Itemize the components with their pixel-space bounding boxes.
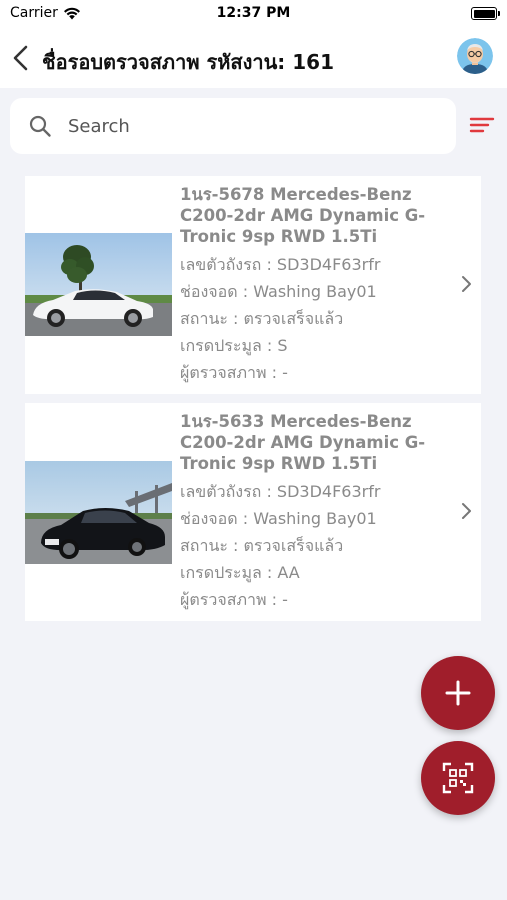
add-button[interactable] <box>421 656 495 730</box>
nav-bar: ชื่อรอบตรวจสภาพ รหัสงาน: 161 <box>0 28 507 88</box>
vehicle-name: 1นร-5633 Mercedes-Benz C200-2dr AMG Dyna… <box>180 412 426 473</box>
vehicle-card[interactable]: 1นร-5633 Mercedes-Benz C200-2dr AMG Dyna… <box>25 403 481 621</box>
vehicle-vin: เลขตัวถังรถ : SD3D4F63rfr <box>180 482 381 501</box>
filter-lines-icon <box>469 117 495 133</box>
vehicle-photo <box>25 233 172 336</box>
vehicle-info: 1นร-5633 Mercedes-Benz C200-2dr AMG Dyna… <box>180 411 440 613</box>
user-avatar-icon <box>457 38 493 74</box>
qr-scan-button[interactable] <box>421 741 495 815</box>
search-icon <box>29 115 51 137</box>
qr-scan-icon <box>442 762 474 794</box>
status-bar: Carrier 12:37 PM <box>0 0 507 28</box>
vehicle-inspector: ผู้ตรวจสภาพ : - <box>180 363 288 382</box>
vehicle-status: สถานะ : ตรวจเสร็จแล้ว <box>180 309 344 328</box>
vehicle-info: 1นร-5678 Mercedes-Benz C200-2dr AMG Dyna… <box>180 184 440 386</box>
vehicle-grade: เกรดประมูล : AA <box>180 563 300 582</box>
chevron-left-icon <box>13 45 28 71</box>
chevron-right-icon <box>462 503 471 519</box>
vehicle-bay: ช่องจอด : Washing Bay01 <box>180 509 377 528</box>
vehicle-grade: เกรดประมูล : S <box>180 336 288 355</box>
plus-icon <box>445 680 471 706</box>
vehicle-card[interactable]: 1นร-5678 Mercedes-Benz C200-2dr AMG Dyna… <box>25 176 481 394</box>
vehicle-name: 1นร-5678 Mercedes-Benz C200-2dr AMG Dyna… <box>180 185 426 246</box>
battery-icon <box>471 7 500 20</box>
vehicle-inspector: ผู้ตรวจสภาพ : - <box>180 590 288 609</box>
vehicle-vin: เลขตัวถังรถ : SD3D4F63rfr <box>180 255 381 274</box>
vehicle-bay: ช่องจอด : Washing Bay01 <box>180 282 377 301</box>
vehicle-status: สถานะ : ตรวจเสร็จแล้ว <box>180 536 344 555</box>
search-bar <box>10 98 456 154</box>
back-button[interactable] <box>10 44 32 72</box>
search-input[interactable] <box>68 98 438 154</box>
avatar[interactable] <box>457 38 493 74</box>
clock: 12:37 PM <box>216 5 291 21</box>
chevron-right-icon <box>462 276 471 292</box>
vehicle-photo <box>25 461 172 564</box>
page-title: ชื่อรอบตรวจสภาพ รหัสงาน: 161 <box>42 50 334 74</box>
filter-button[interactable] <box>468 112 496 140</box>
